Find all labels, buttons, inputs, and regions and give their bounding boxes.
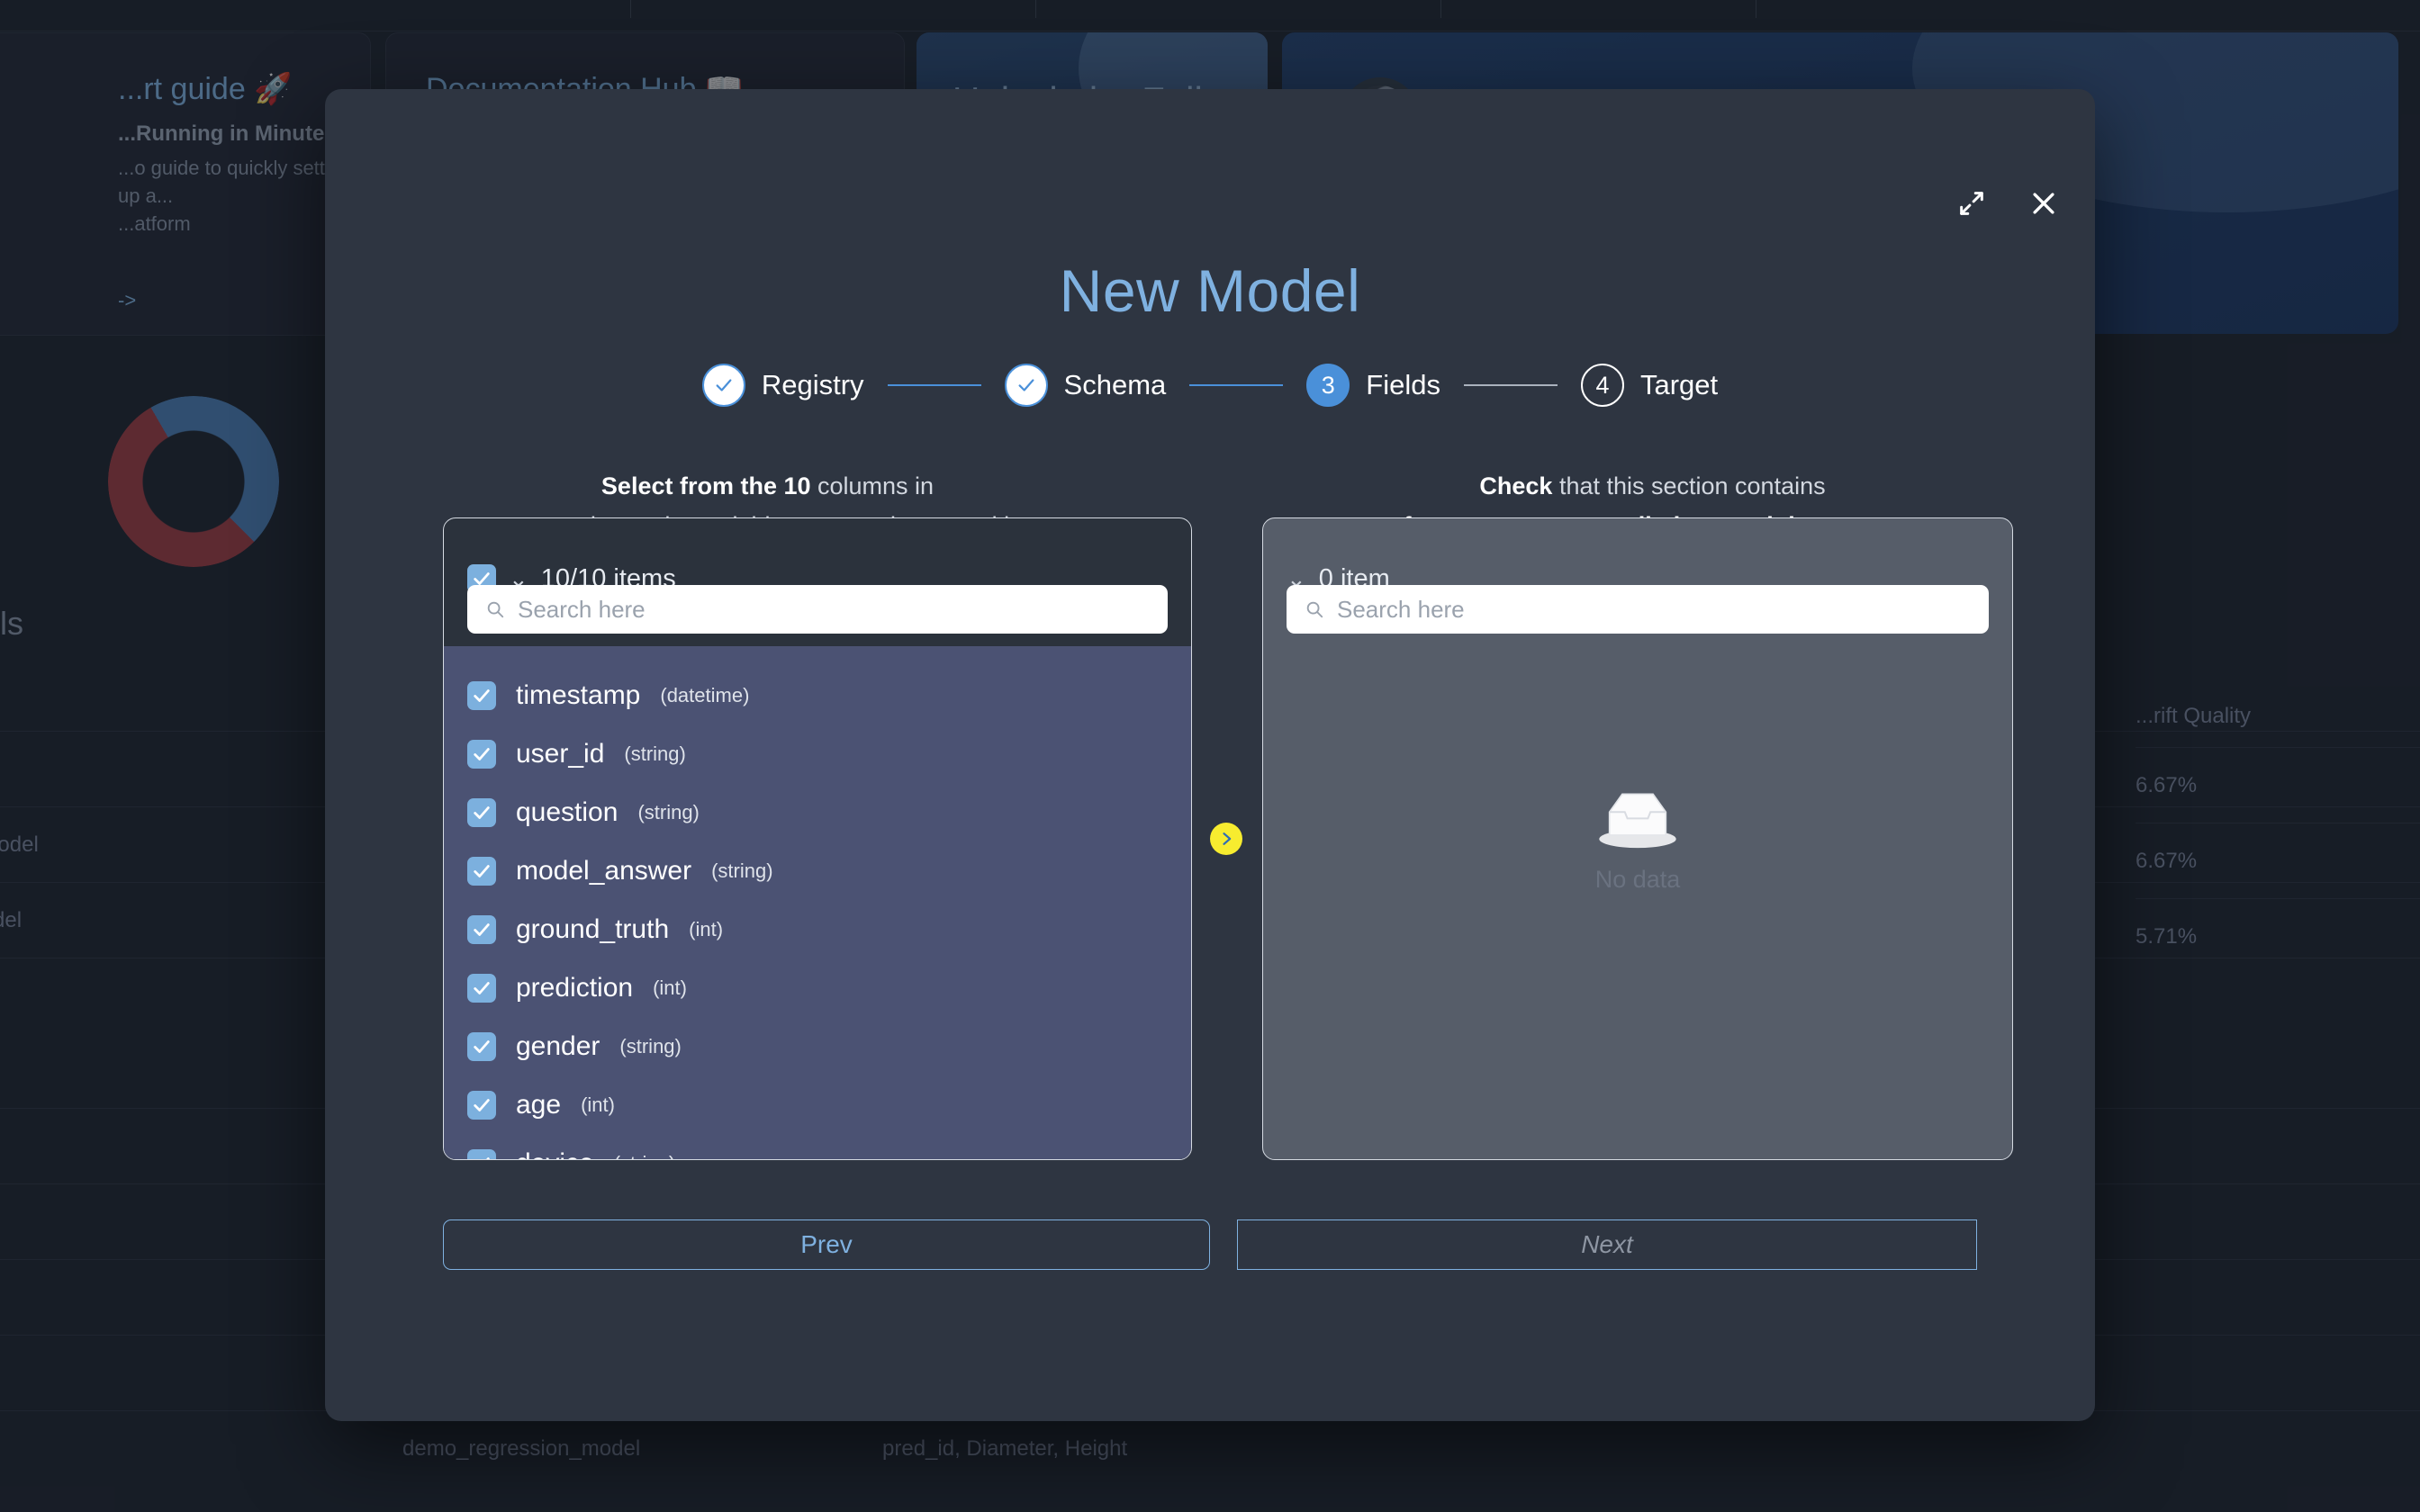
step-label: Fields	[1366, 369, 1440, 400]
selected-columns-panel: ⌄ 0 item Search here No data	[1262, 518, 2013, 1160]
item-checkbox[interactable]	[467, 1090, 496, 1120]
search-icon	[1306, 601, 1323, 618]
list-item[interactable]: question (string)	[444, 783, 1191, 842]
column-name: gender	[516, 1030, 600, 1061]
selected-search-placeholder: Search here	[1337, 595, 1465, 623]
item-checkbox[interactable]	[467, 973, 496, 1003]
empty-box-icon	[1599, 793, 1676, 849]
list-item[interactable]: device (string)	[444, 1134, 1191, 1159]
column-type: (string)	[711, 859, 773, 882]
move-right-button[interactable]	[1210, 823, 1242, 855]
column-type: (datetime)	[660, 683, 750, 706]
list-item[interactable]: model_answer (string)	[444, 842, 1191, 900]
list-item[interactable]: ground_truth (int)	[444, 900, 1191, 958]
step-label: Target	[1639, 369, 1719, 400]
step-fields[interactable]: 3 Fields	[1306, 364, 1440, 407]
column-name: question	[516, 796, 619, 827]
column-type: (string)	[637, 800, 700, 824]
chevron-right-icon	[1223, 832, 1232, 845]
step-connector	[1189, 384, 1284, 386]
empty-state: No data	[1263, 784, 2012, 894]
step-registry[interactable]: Registry	[701, 364, 864, 407]
item-checkbox[interactable]	[467, 680, 496, 710]
prev-button[interactable]: Prev	[443, 1220, 1210, 1270]
transfer-panels: ⌄ 10/10 items Search here timestamp (date…	[443, 518, 2013, 1160]
column-type: (int)	[689, 917, 724, 940]
step-label: Registry	[761, 369, 864, 400]
available-columns-list[interactable]: timestamp (datetime) user_id (string) questi…	[444, 646, 1191, 1159]
list-item[interactable]: prediction (int)	[444, 958, 1191, 1017]
selected-search-input[interactable]: Search here	[1287, 585, 1989, 634]
new-model-modal: New Model Registry Schema 3 Fields 4 Tar…	[325, 89, 2095, 1421]
next-button[interactable]: Next	[1237, 1220, 1977, 1270]
column-type: (int)	[581, 1093, 615, 1116]
column-name: model_answer	[516, 855, 692, 886]
list-item[interactable]: gender (string)	[444, 1017, 1191, 1076]
step-label: Schema	[1063, 369, 1167, 400]
page-title: New Model	[1059, 257, 1361, 324]
modal-window-controls	[1956, 188, 2059, 223]
step-marker: 3	[1306, 364, 1350, 407]
item-checkbox[interactable]	[467, 1031, 496, 1061]
column-name: device	[516, 1148, 594, 1160]
step-connector	[1463, 384, 1558, 386]
empty-state-label: No data	[1594, 866, 1681, 893]
available-columns-panel: ⌄ 10/10 items Search here timestamp (date…	[443, 518, 1192, 1160]
list-item[interactable]: age (int)	[444, 1076, 1191, 1134]
available-search-input[interactable]: Search here	[467, 585, 1168, 634]
search-icon	[487, 601, 504, 618]
close-icon[interactable]	[2028, 188, 2059, 223]
column-type: (string)	[614, 1152, 675, 1160]
step-schema[interactable]: Schema	[1004, 364, 1167, 407]
step-connector	[887, 384, 981, 386]
item-checkbox[interactable]	[467, 856, 496, 886]
expand-icon[interactable]	[1956, 188, 1987, 223]
column-type: (string)	[624, 742, 686, 765]
item-checkbox[interactable]	[467, 914, 496, 944]
item-checkbox[interactable]	[467, 797, 496, 827]
column-type: (string)	[619, 1034, 682, 1058]
wizard-actions: Prev Next	[443, 1220, 1977, 1270]
column-name: timestamp	[516, 680, 641, 710]
column-name: user_id	[516, 738, 605, 769]
column-name: ground_truth	[516, 914, 670, 944]
wizard-stepper: Registry Schema 3 Fields 4 Target	[325, 364, 2095, 407]
list-item[interactable]: timestamp (datetime)	[444, 666, 1191, 724]
item-checkbox[interactable]	[467, 739, 496, 769]
item-checkbox[interactable]	[467, 1148, 496, 1159]
step-marker: 4	[1580, 364, 1624, 407]
column-name: prediction	[516, 972, 634, 1003]
step-target[interactable]: 4 Target	[1580, 364, 1719, 407]
list-item[interactable]: user_id (string)	[444, 724, 1191, 783]
step-marker	[1004, 364, 1048, 407]
step-marker	[701, 364, 745, 407]
column-name: age	[516, 1089, 562, 1120]
column-type: (int)	[653, 976, 687, 999]
available-search-placeholder: Search here	[518, 595, 646, 623]
